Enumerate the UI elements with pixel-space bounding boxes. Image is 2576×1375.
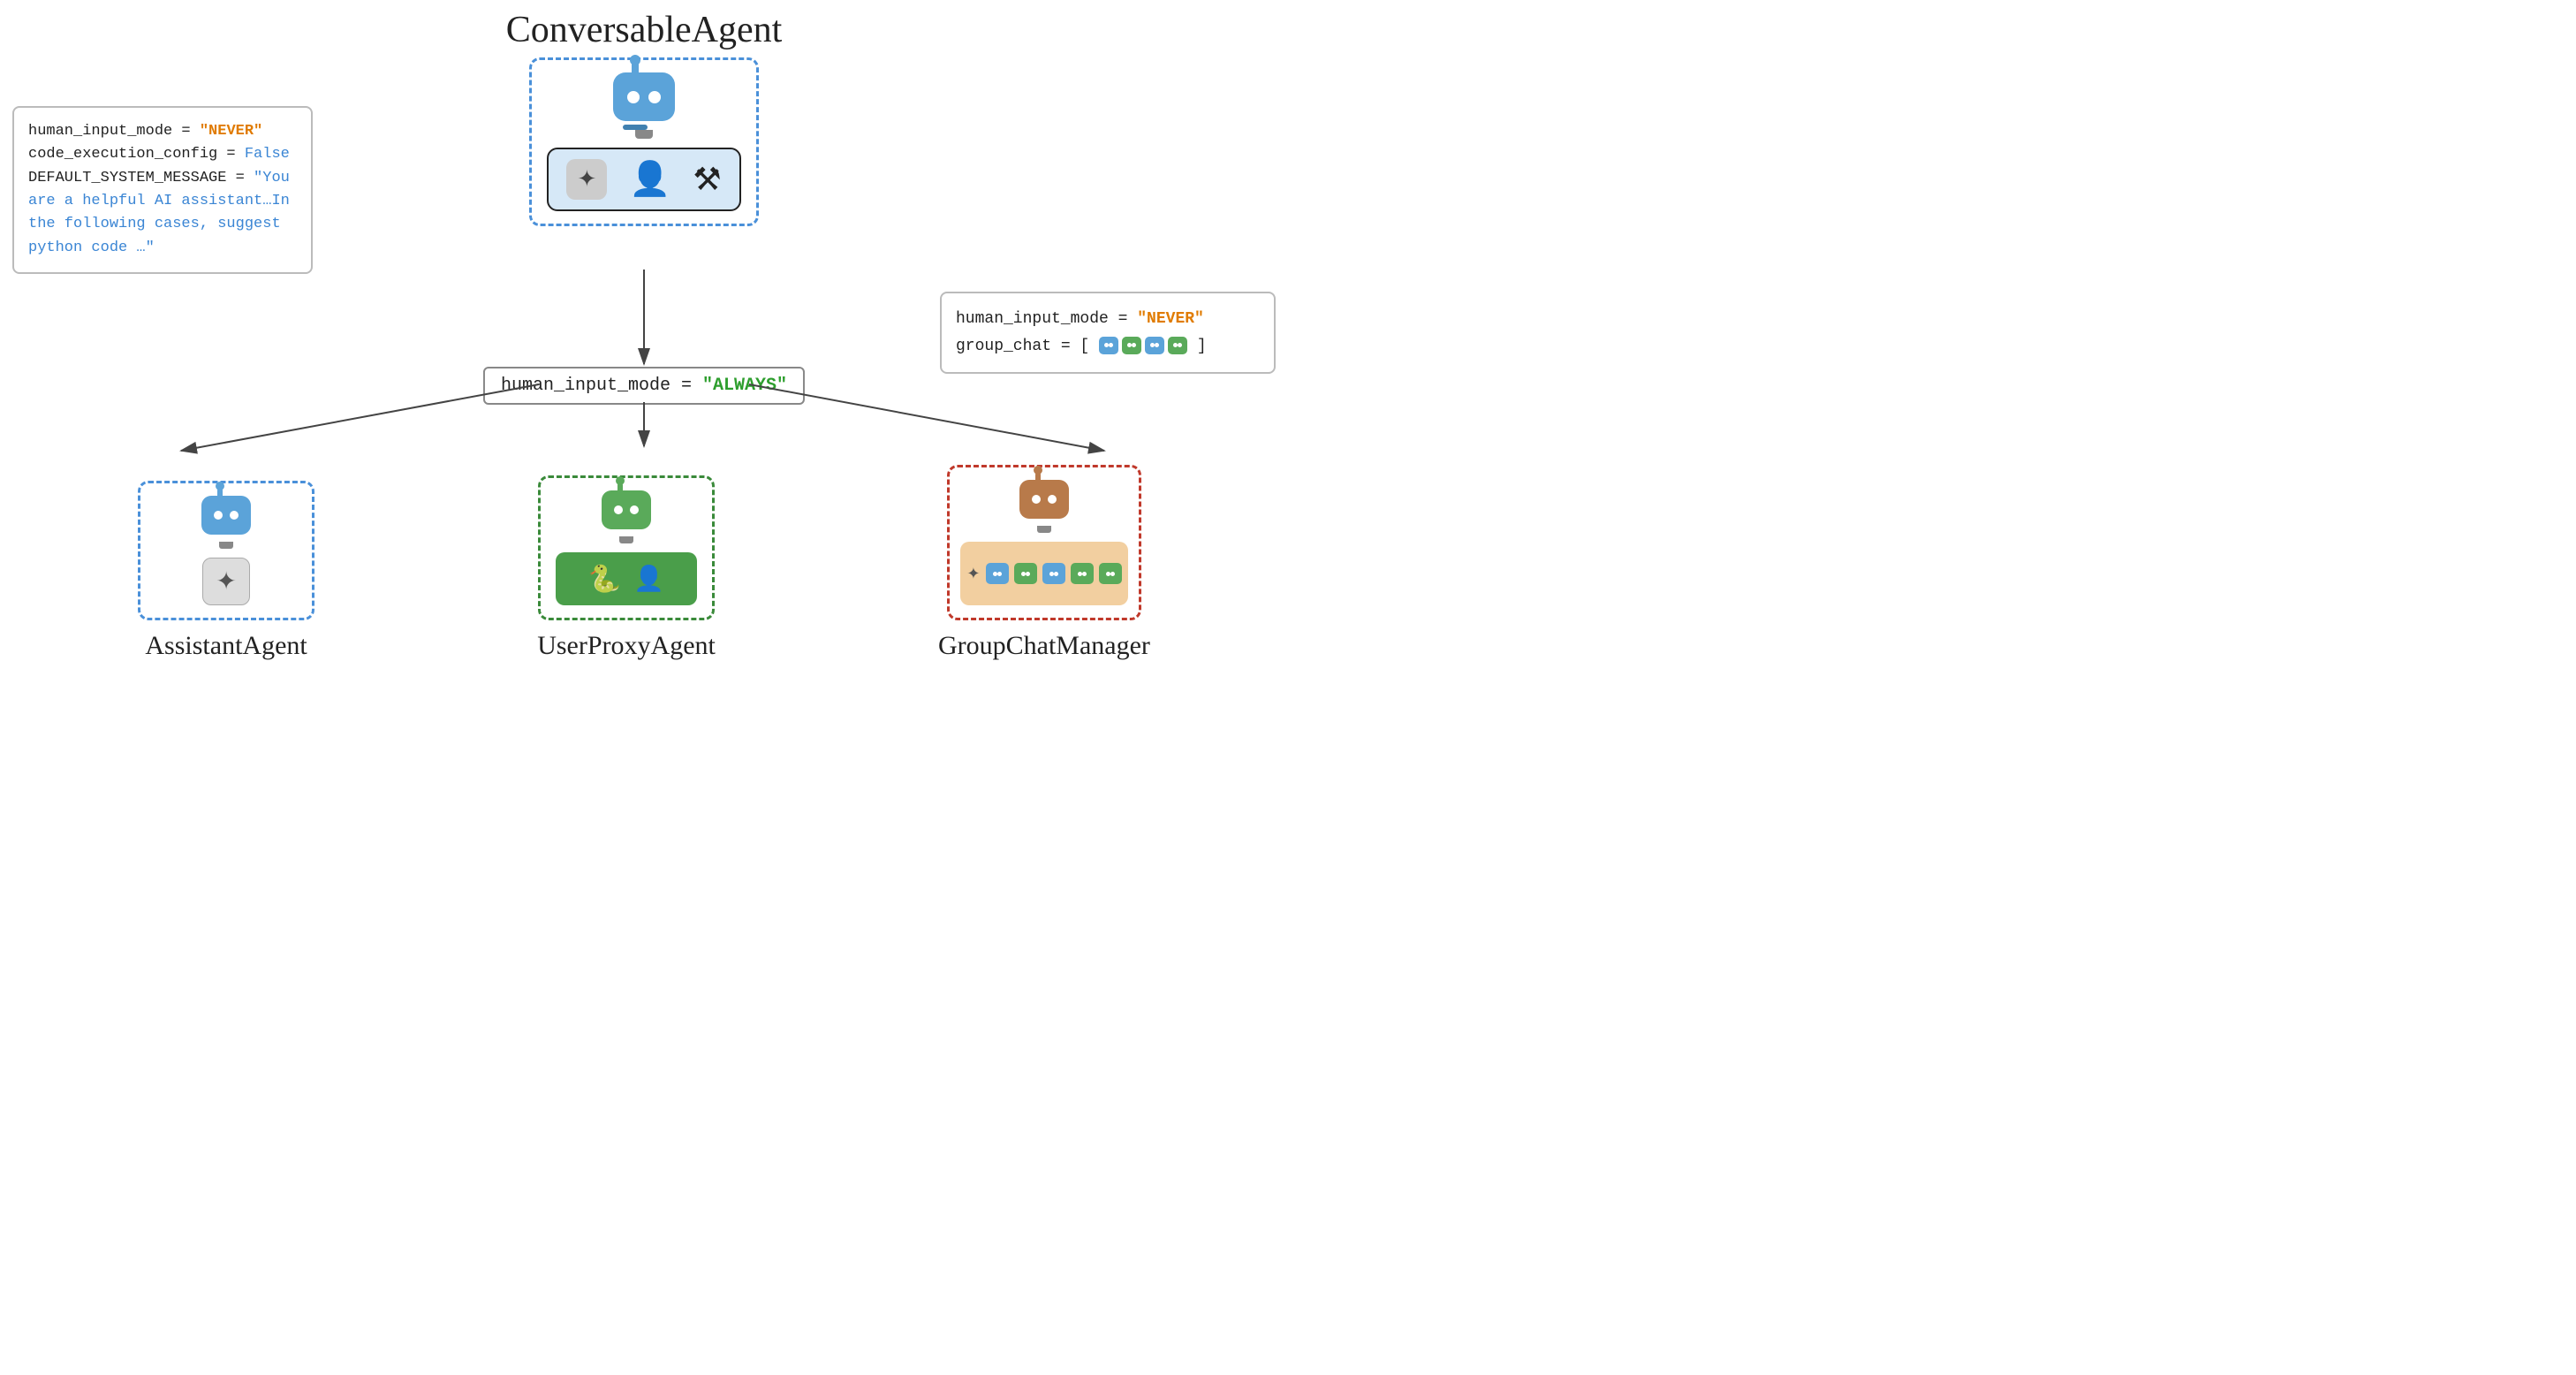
info-line-5: the following cases, suggest <box>28 213 297 236</box>
info-line-6: python code …" <box>28 237 297 260</box>
gc-robot-blue-1 <box>986 563 1009 584</box>
info-right-line-1: human_input_mode = "NEVER" <box>956 306 1260 333</box>
user-silhouette-icon: 👤 <box>633 564 664 594</box>
mini-robot-blue-2 <box>1145 337 1164 354</box>
gc-robot-blue-2 <box>1042 563 1065 584</box>
mini-robot-green-2 <box>1168 337 1187 354</box>
assistant-agent-box: ✦ <box>138 481 314 620</box>
group-chat-manager-info-box: human_input_mode = "NEVER" group_chat = … <box>940 292 1276 374</box>
python-icon: 🐍 <box>588 564 621 595</box>
center-human-input-label: human_input_mode = "ALWAYS" <box>483 367 805 405</box>
info-line-3: DEFAULT_SYSTEM_MESSAGE = "You <box>28 167 297 190</box>
group-chat-manager-column: ✦ GroupChatManager <box>938 465 1150 661</box>
tools-icon: ⚒ <box>693 161 721 198</box>
info-line-2: code_execution_config = False <box>28 143 297 166</box>
group-chat-manager-label: GroupChatManager <box>938 631 1150 661</box>
gc-robot-green-1 <box>1014 563 1037 584</box>
assistant-robot-icon <box>195 496 257 549</box>
page-title: ConversableAgent <box>0 9 1288 51</box>
group-openai-icon: ✦ <box>966 565 980 583</box>
group-chat-robots <box>1099 337 1187 354</box>
info-line-4: are a helpful AI assistant…In <box>28 190 297 213</box>
user-proxy-robot-icon <box>595 490 657 543</box>
assistant-agent-label: AssistantAgent <box>145 631 307 661</box>
mini-robot-green-1 <box>1122 337 1141 354</box>
person-icon: 👤 <box>629 160 671 199</box>
user-proxy-agent-label: UserProxyAgent <box>537 631 716 661</box>
conversable-agent-box: ✦ 👤 ⚒ <box>529 57 759 226</box>
group-chat-panel: ✦ <box>960 542 1128 605</box>
python-user-box: 🐍 👤 <box>556 552 697 605</box>
info-right-line-2: group_chat = [ ] <box>956 333 1260 361</box>
assistant-agent-info-box: human_input_mode = "NEVER" code_executio… <box>12 106 313 274</box>
info-line-1: human_input_mode = "NEVER" <box>28 120 297 143</box>
diagram-container: ConversableAgent ✦ 👤 ⚒ human_input_mode … <box>0 0 1288 688</box>
gc-robot-green-3 <box>1099 563 1122 584</box>
group-chat-manager-box: ✦ <box>947 465 1141 620</box>
openai-icon: ✦ <box>566 159 607 200</box>
agent-capabilities-bar: ✦ 👤 ⚒ <box>547 148 741 211</box>
assistant-openai-icon: ✦ <box>202 558 250 605</box>
group-chat-robot-icon <box>1013 480 1075 533</box>
user-proxy-agent-box: 🐍 👤 <box>538 475 715 620</box>
user-proxy-agent-column: 🐍 👤 UserProxyAgent <box>537 475 716 661</box>
assistant-agent-column: ✦ AssistantAgent <box>138 481 314 661</box>
mini-robot-blue-1 <box>1099 337 1118 354</box>
bottom-agents-row: ✦ AssistantAgent 🐍 👤 Us <box>0 465 1288 661</box>
conversable-agent-robot-icon <box>604 72 684 139</box>
gc-robot-green-2 <box>1071 563 1094 584</box>
